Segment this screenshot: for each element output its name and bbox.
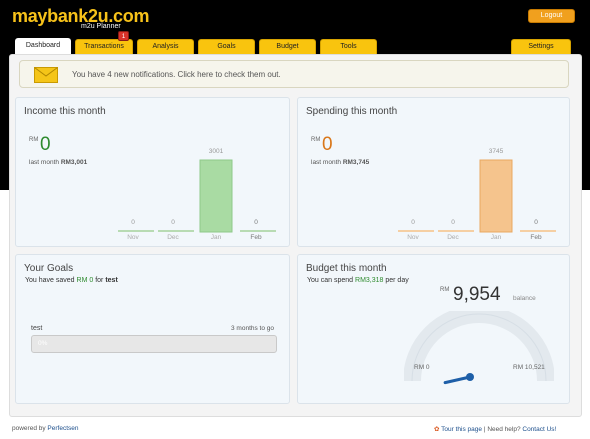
notification-banner[interactable]: You have 4 new notifications. Click here…: [19, 60, 569, 88]
income-month-feb: Feb: [250, 234, 262, 241]
budget-rm-label: RM: [440, 287, 450, 293]
gauge-hub: [466, 373, 474, 381]
spending-month-feb: Feb: [530, 234, 542, 241]
need-help-text: Need help?: [487, 426, 521, 433]
income-month-nov: Nov: [127, 234, 139, 241]
app-subtitle: m2u Planner: [81, 23, 121, 30]
tour-link[interactable]: Tour this page: [441, 426, 482, 433]
footer-links: ✿ Tour this page | Need help? Contact Us…: [434, 426, 557, 433]
goals-saved-line: You have saved RM 0 for test: [25, 277, 118, 284]
notification-text: You have 4 new notifications. Click here…: [72, 70, 281, 79]
tab-analysis[interactable]: Analysis: [137, 39, 194, 54]
goal-item-name[interactable]: test: [31, 325, 42, 332]
spending-card: Spending this month RM 0 last month RM3,…: [297, 97, 570, 247]
income-val-feb: 0: [254, 219, 258, 226]
goals-card: Your Goals You have saved RM 0 for test …: [15, 254, 290, 404]
envelope-icon: [34, 67, 58, 83]
spending-value: 0: [322, 134, 333, 155]
income-value: 0: [40, 134, 51, 155]
spending-val-dec: 0: [451, 219, 455, 226]
spending-title: Spending this month: [306, 106, 398, 117]
income-month-jan: Jan: [210, 234, 222, 241]
income-last-month: last month RM3,001: [29, 159, 88, 166]
spending-last-month: last month RM3,745: [311, 159, 370, 166]
income-val-dec: 0: [171, 219, 175, 226]
spending-month-jan: Jan: [490, 234, 502, 241]
income-month-dec: Dec: [167, 234, 179, 241]
budget-gauge: [404, 311, 554, 385]
budget-card: Budget this month You can spend RM3,318 …: [297, 254, 570, 404]
spending-val-feb: 0: [534, 219, 538, 226]
goal-progress-bar: 0%: [31, 335, 277, 353]
footer-powered-by: powered by Perfectsen: [12, 425, 79, 432]
budget-title: Budget this month: [306, 263, 387, 274]
income-val-nov: 0: [131, 219, 135, 226]
income-bar-jan: [199, 159, 233, 233]
spending-bar-jan: [479, 159, 513, 233]
tour-icon: ✿: [434, 426, 440, 433]
budget-balance-label: balance: [513, 295, 536, 302]
income-val-jan: 3001: [208, 148, 224, 155]
spending-val-nov: 0: [411, 219, 415, 226]
brand-link[interactable]: Perfectsen: [47, 425, 78, 432]
tab-goals[interactable]: Goals: [198, 39, 255, 54]
tab-dashboard[interactable]: Dashboard: [15, 38, 71, 55]
spending-rm-label: RM: [311, 137, 321, 143]
goal-progress-text: 0%: [38, 340, 48, 347]
budget-per-day-line: You can spend RM3,318 per day: [307, 277, 409, 284]
tab-tools[interactable]: Tools: [320, 39, 377, 54]
contact-link[interactable]: Contact Us!: [522, 426, 556, 433]
income-rm-label: RM: [29, 137, 39, 143]
tab-settings[interactable]: Settings: [511, 39, 571, 54]
logout-button[interactable]: Logout: [528, 9, 575, 23]
spending-month-dec: Dec: [447, 234, 459, 241]
budget-balance-value: 9,954: [453, 284, 501, 305]
spending-month-nov: Nov: [407, 234, 419, 241]
tab-budget[interactable]: Budget: [259, 39, 316, 54]
income-card: Income this month RM 0 last month RM3,00…: [15, 97, 290, 247]
gauge-min-label: RM 0: [414, 364, 430, 371]
spending-val-jan: 3745: [488, 148, 504, 155]
income-title: Income this month: [24, 106, 106, 117]
goal-months-to-go: 3 months to go: [231, 325, 274, 332]
notification-count-badge: 1: [118, 31, 129, 41]
goals-title: Your Goals: [24, 263, 74, 274]
gauge-max-label: RM 10,521: [513, 364, 545, 371]
